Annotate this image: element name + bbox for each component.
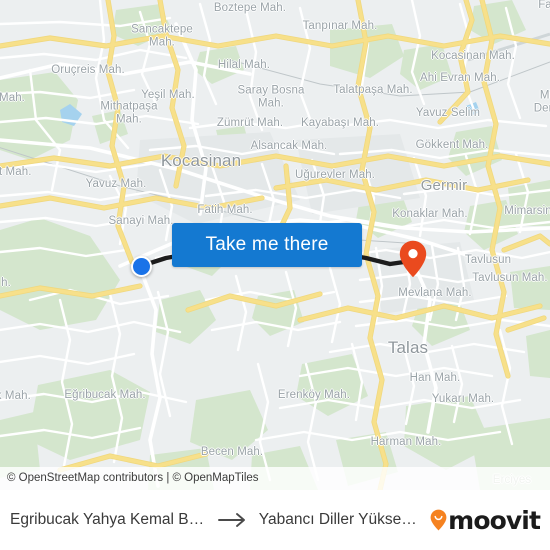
destination-label: Yabancı Diller Yüksek... bbox=[258, 511, 420, 528]
moovit-map-screen: .g { fill:#d4e6cd; } .g2 { fill:#cfe3c8;… bbox=[0, 0, 550, 550]
arrow-right-icon bbox=[217, 512, 248, 528]
take-me-there-button[interactable]: Take me there bbox=[172, 223, 362, 267]
moovit-wordmark: moovit bbox=[448, 505, 541, 535]
destination-marker[interactable] bbox=[399, 240, 427, 278]
origin-label: Egribucak Yahya Kemal Be... bbox=[10, 511, 207, 528]
moovit-pin-icon bbox=[430, 509, 447, 531]
trip-summary-bar: Egribucak Yahya Kemal Be... Yabancı Dill… bbox=[0, 490, 550, 550]
moovit-logo[interactable]: moovit bbox=[430, 505, 541, 535]
map-attribution: © OpenStreetMap contributors | © OpenMap… bbox=[0, 467, 550, 490]
origin-marker[interactable] bbox=[131, 256, 152, 277]
